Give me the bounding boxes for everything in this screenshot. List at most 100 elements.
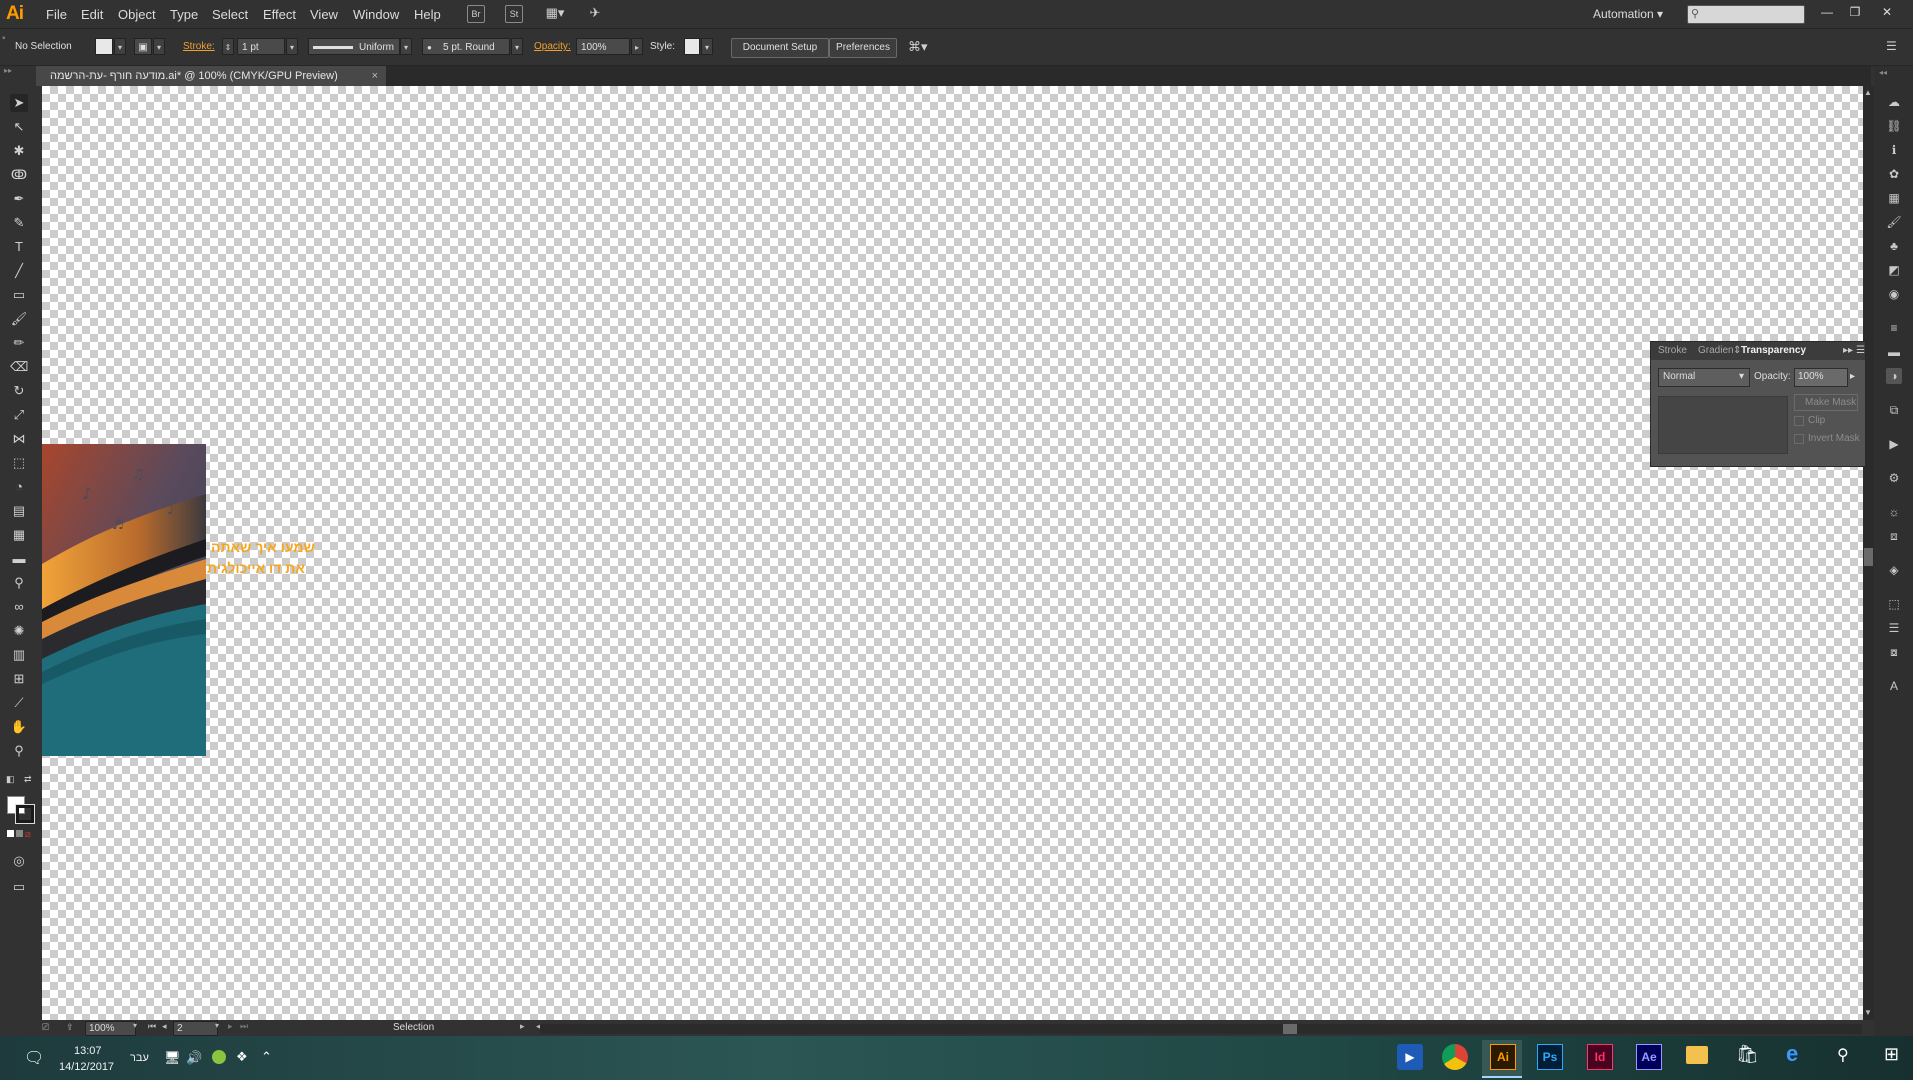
symbol-sprayer-tool-icon[interactable]: ✺ (10, 622, 28, 640)
brush-dropdown[interactable]: ▾ (511, 38, 523, 55)
zoom-level-field[interactable]: 100% (85, 1021, 136, 1036)
opacity-slider-icon[interactable]: ▸ (1850, 371, 1855, 382)
width-tool-icon[interactable]: ⋈ (10, 430, 28, 448)
menu-window[interactable]: Window (353, 7, 399, 22)
vertical-scroll-thumb[interactable] (1864, 548, 1873, 566)
tools-collapse-icon[interactable]: ▸▸ (4, 66, 12, 75)
line-tool-icon[interactable]: ╱ (10, 262, 28, 280)
media-player-icon[interactable]: ▶ (1397, 1044, 1423, 1070)
photoshop-taskbar-icon[interactable]: Ps (1537, 1044, 1563, 1070)
zoom-dropdown-icon[interactable]: ▾ (133, 1021, 137, 1030)
artboard-dropdown-icon[interactable]: ▾ (215, 1021, 219, 1030)
arrange-documents-icon[interactable]: ▦▾ (543, 5, 567, 21)
stroke-weight-dropdown[interactable]: ▾ (286, 38, 298, 55)
character-icon[interactable]: A (1886, 678, 1902, 694)
clock-date[interactable]: 14/12/2017 (59, 1061, 114, 1073)
horizontal-scroll-thumb[interactable] (1283, 1024, 1297, 1034)
pencil-tool-icon[interactable]: ✏ (10, 334, 28, 352)
direct-selection-tool-icon[interactable]: ↖ (10, 118, 28, 136)
artwork-headline-line1[interactable]: שמעו איך שאתה (211, 539, 315, 555)
color-guide-icon[interactable]: ✿ (1886, 166, 1902, 182)
graphic-style-dropdown[interactable]: ▾ (701, 38, 713, 55)
blend-tool-icon[interactable]: ∞ (10, 598, 28, 616)
tab-stroke[interactable]: Stroke (1658, 345, 1687, 356)
last-artboard-icon[interactable]: ⏭ (240, 1021, 248, 1032)
graphic-styles-icon[interactable]: ◩ (1886, 262, 1902, 278)
profile-dropdown[interactable]: ▾ (400, 38, 412, 55)
mesh-tool-icon[interactable]: ▦ (10, 526, 28, 544)
swatches-icon[interactable]: ▦ (1886, 190, 1902, 206)
clip-checkbox[interactable] (1794, 416, 1804, 426)
stroke-stepper[interactable]: ⇕ (222, 38, 234, 55)
fill-swatch[interactable] (95, 38, 113, 55)
shape-builder-tool-icon[interactable]: ◔ (10, 478, 28, 496)
transparency-opacity-field[interactable]: 100% (1794, 368, 1848, 387)
swap-colors-icon[interactable]: ⇄ (24, 774, 32, 785)
workspace-switcher[interactable]: Automation ▾ (1593, 7, 1663, 21)
stroke-label[interactable]: Stroke: (183, 41, 215, 52)
action-center-icon[interactable]: 🗨 (24, 1048, 44, 1068)
first-artboard-icon[interactable]: ⏮ (148, 1021, 156, 1032)
after-effects-taskbar-icon[interactable]: Ae (1636, 1044, 1662, 1070)
panel-menu-icon[interactable]: ☰ (1856, 345, 1865, 356)
restore-button[interactable]: ❐ (1842, 2, 1868, 22)
help-search-input[interactable]: ⚲ (1687, 5, 1805, 24)
gradient-panel-icon[interactable]: ▬ (1886, 344, 1902, 360)
edge-icon[interactable]: e (1786, 1041, 1798, 1067)
transform-icon[interactable]: ⬚ (1886, 596, 1902, 612)
show-hidden-icons[interactable]: ⌃ (261, 1049, 272, 1065)
transparency-panel-icon[interactable]: ◑ (1886, 368, 1902, 384)
column-graph-tool-icon[interactable]: ▥ (10, 646, 28, 664)
menu-select[interactable]: Select (212, 7, 248, 22)
opacity-label[interactable]: Opacity: (534, 41, 571, 52)
windows-start-icon[interactable]: ⊞ (1884, 1044, 1899, 1065)
arrange-icon[interactable]: ⌘▾ (908, 39, 928, 55)
volume-icon[interactable]: 🔊 (186, 1050, 202, 1066)
scroll-up-icon[interactable]: ▲ (1864, 88, 1872, 97)
make-mask-button[interactable]: Make Mask (1794, 394, 1858, 411)
network-icon[interactable]: 🖥 (164, 1050, 181, 1066)
menu-edit[interactable]: Edit (81, 7, 103, 22)
properties-icon[interactable]: ☼ (1886, 504, 1902, 520)
menu-view[interactable]: View (310, 7, 338, 22)
preferences-button[interactable]: Preferences (829, 38, 897, 58)
align-icon[interactable]: ☰ (1886, 620, 1902, 636)
invert-mask-checkbox[interactable] (1794, 434, 1804, 444)
poster-artwork[interactable]: ♪ ♫ ♩ ♬ (42, 444, 206, 756)
input-language[interactable]: עבר (130, 1052, 149, 1064)
color-mode-icon[interactable] (7, 830, 14, 837)
artboards-panel-icon[interactable]: ⧉ (1886, 402, 1902, 418)
artboard-canvas[interactable] (42, 86, 1863, 1020)
chrome-icon[interactable] (1442, 1044, 1468, 1070)
stroke-color-swatch[interactable] (15, 804, 35, 824)
rectangle-tool-icon[interactable]: ▭ (10, 286, 28, 304)
slice-tool-icon[interactable]: ⟋ (10, 694, 28, 712)
appearance-icon[interactable]: ◉ (1886, 286, 1902, 302)
layers-icon[interactable]: ◈ (1886, 562, 1902, 578)
hand-tool-icon[interactable]: ✋ (10, 718, 28, 736)
next-artboard-icon[interactable]: ▸ (228, 1021, 233, 1032)
pathfinder-shapes-icon[interactable]: ⧇ (1886, 644, 1902, 660)
status-menu-icon[interactable]: ▸ (520, 1021, 525, 1032)
document-setup-button[interactable]: Document Setup (731, 38, 829, 58)
gpu-performance-icon[interactable]: ✈ (586, 5, 604, 21)
cc-libraries-icon[interactable]: ☁ (1886, 94, 1902, 110)
menu-help[interactable]: Help (414, 7, 441, 22)
panel-grip-icon[interactable]: ▪ (2, 33, 6, 44)
pathfinder-icon[interactable]: ⧈ (1886, 528, 1902, 544)
stroke-weight-field[interactable]: 1 pt (237, 38, 285, 55)
paintbrush-tool-icon[interactable]: 🖌 (10, 310, 28, 328)
search-taskbar-icon[interactable]: ⚲ (1837, 1045, 1849, 1065)
default-colors-icon[interactable]: ◧ (6, 774, 15, 785)
eyedropper-tool-icon[interactable]: ⚲ (10, 574, 28, 592)
magic-wand-tool-icon[interactable]: ✱ (10, 142, 28, 160)
minimize-button[interactable]: — (1814, 2, 1840, 22)
variable-width-profile[interactable]: Uniform (308, 38, 400, 55)
tab-gradient[interactable]: Gradien (1698, 345, 1734, 356)
menu-file[interactable]: File (46, 7, 67, 22)
bridge-button[interactable]: Br (467, 5, 485, 23)
symbols-icon[interactable]: ♣ (1886, 238, 1902, 254)
illustrator-taskbar-icon[interactable]: Ai (1490, 1044, 1516, 1070)
share-icon[interactable]: ⇪ (66, 1022, 74, 1033)
stroke-panel-icon[interactable]: ≡ (1886, 320, 1902, 336)
